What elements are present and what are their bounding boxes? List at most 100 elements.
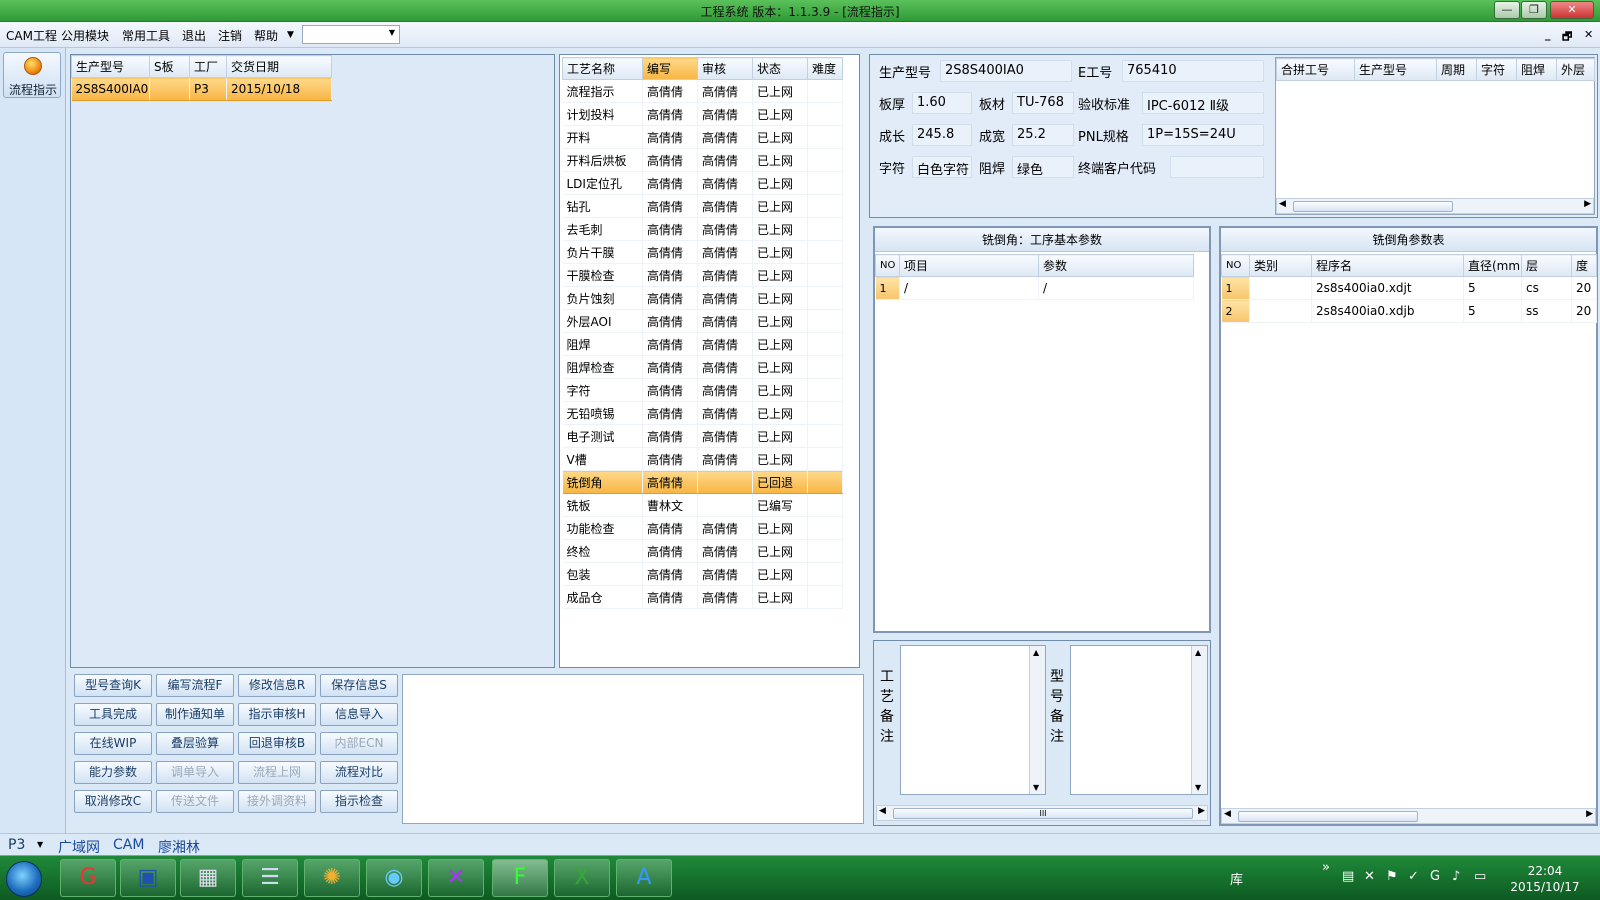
table-row[interactable]: 开料 高倩倩 高倩倩 已上网 [562,125,843,149]
table-row[interactable]: 阻焊 高倩倩 高倩倩 已上网 [562,332,843,356]
action-button-5[interactable]: 工具完成 [74,703,152,726]
active-app-icon[interactable]: F [492,859,548,897]
col-writer[interactable]: 编写 [642,57,698,80]
merge-hscroll-thumb[interactable] [1293,201,1453,212]
field-length[interactable]: 245.8 [912,124,972,146]
volume-icon[interactable]: ♪ [1452,869,1460,884]
save-icon[interactable]: ▣ [120,859,176,897]
field-model[interactable]: 2S8S400IA0 [940,60,1072,82]
notes-hscroll[interactable]: ◀ III ▶ [876,805,1208,821]
col-bp-no[interactable]: NO [875,254,900,277]
network-icon[interactable]: ▤ [1342,869,1354,884]
table-row[interactable]: 包装 高倩倩 高倩倩 已上网 [562,562,843,586]
model-notes-vscroll[interactable]: ▲ ▼ [1191,646,1207,794]
action-button-9[interactable]: 在线WIP [74,732,152,755]
col-cp-category[interactable]: 类别 [1249,254,1312,277]
action-button-19[interactable]: 接外调资料 [238,790,316,813]
tray-library[interactable]: 库 [1230,869,1243,888]
menu-common-module[interactable]: 公用模块 [61,27,109,44]
app-tray-icon[interactable]: ✕ [1364,869,1375,884]
shell-icon[interactable]: ✺ [304,859,360,897]
menu-cam[interactable]: CAM工程 [6,27,57,44]
table-row[interactable]: 流程指示 高倩倩 高倩倩 已上网 [562,79,843,103]
table-row[interactable]: 1 / / [875,276,1194,300]
table-row[interactable]: 1 2s8s400ia0.xdjt 5 cs 20 [1221,276,1597,300]
col-cp-program[interactable]: 程序名 [1311,254,1464,277]
action-button-12[interactable]: 内部ECN [320,732,398,755]
maximize-button[interactable]: ❐ [1521,1,1547,19]
col-process-name[interactable]: 工艺名称 [562,57,643,80]
menu-help[interactable]: 帮助 [254,27,278,44]
tray-expand-icon[interactable]: » [1322,860,1330,875]
col-cp-layer[interactable]: 层 [1521,254,1572,277]
table-row[interactable]: 无铅喷锡 高倩倩 高倩倩 已上网 [562,401,843,425]
mdi-close-button[interactable]: ✕ [1584,28,1593,41]
app-icon-1[interactable]: G [60,859,116,897]
table-row[interactable]: V槽 高倩倩 高倩倩 已上网 [562,447,843,471]
table-row[interactable]: 去毛刺 高倩倩 高倩倩 已上网 [562,217,843,241]
col-cp-degree[interactable]: 度 [1571,254,1597,277]
action-button-10[interactable]: 叠层验算 [156,732,234,755]
col-merge-char[interactable]: 字符 [1476,58,1517,81]
process-notes-vscroll[interactable]: ▲ ▼ [1029,646,1045,794]
table-row[interactable]: 钻孔 高倩倩 高倩倩 已上网 [562,194,843,218]
col-factory[interactable]: 工厂 [189,55,227,78]
col-merge-cycle[interactable]: 周期 [1436,58,1477,81]
col-bp-param[interactable]: 参数 [1038,254,1194,277]
mdi-restore-button[interactable]: 🗗 [1562,28,1572,47]
field-pnl[interactable]: 1P=15S=24U [1142,124,1264,146]
col-reviewer[interactable]: 审核 [697,57,753,80]
flag-icon[interactable]: ⚑ [1386,869,1398,884]
menu-logout[interactable]: 注销 [218,27,242,44]
flow-indicator-button[interactable]: 流程指示 [3,52,61,98]
app-icon-3[interactable]: ✕ [428,859,484,897]
table-row[interactable]: 开料后烘板 高倩倩 高倩倩 已上网 [562,148,843,172]
notes-hscroll-thumb[interactable]: III [893,808,1193,819]
col-status[interactable]: 状态 [752,57,808,80]
chamfer-hscroll[interactable]: ◀ ▶ [1221,808,1596,824]
scroll-up-icon[interactable]: ▲ [1195,648,1201,657]
start-button[interactable] [6,861,42,897]
action-button-11[interactable]: 回退审核B [238,732,316,755]
col-merge-mask[interactable]: 阻焊 [1516,58,1557,81]
mdi-minimize-button[interactable]: _ [1545,28,1551,41]
col-merge-outer[interactable]: 外层 [1556,58,1595,81]
calculator-icon[interactable]: ▦ [180,859,236,897]
scroll-down-icon[interactable]: ▼ [1195,783,1201,792]
table-row[interactable]: 阻焊检查 高倩倩 高倩倩 已上网 [562,355,843,379]
col-delivery-date[interactable]: 交货日期 [226,55,332,78]
col-model[interactable]: 生产型号 [71,55,150,78]
field-thickness[interactable]: 1.60 [912,92,972,114]
antivirus-icon[interactable]: ✓ [1408,869,1419,884]
field-customer[interactable] [1170,156,1264,178]
clock[interactable]: 22:04 2015/10/17 [1500,863,1590,895]
minimize-button[interactable]: — [1494,1,1520,19]
table-row[interactable]: 成品仓 高倩倩 高倩倩 已上网 [562,585,843,609]
scroll-right-icon[interactable]: ▶ [1584,199,1591,209]
table-row[interactable]: 字符 高倩倩 高倩倩 已上网 [562,378,843,402]
field-char[interactable]: 白色字符 [912,156,972,178]
field-eno[interactable]: 765410 [1122,60,1264,82]
close-button[interactable]: ✕ [1550,1,1594,19]
app-icon-2[interactable]: ◉ [366,859,422,897]
action-button-14[interactable]: 调单导入 [156,761,234,784]
field-material[interactable]: TU-768 [1012,92,1074,114]
action-button-15[interactable]: 流程上网 [238,761,316,784]
action-button-18[interactable]: 传送文件 [156,790,234,813]
table-row[interactable]: 功能检查 高倩倩 高倩倩 已上网 [562,516,843,540]
scroll-right-icon[interactable]: ▶ [1586,809,1593,819]
output-textbox[interactable] [402,674,864,824]
col-merge-model[interactable]: 生产型号 [1354,58,1437,81]
action-button-6[interactable]: 制作通知单 [156,703,234,726]
action-button-20[interactable]: 指示检查 [320,790,398,813]
scroll-up-icon[interactable]: ▲ [1033,648,1039,657]
table-row[interactable]: 外层AOI 高倩倩 高倩倩 已上网 [562,309,843,333]
col-difficulty[interactable]: 难度 [807,57,843,80]
table-row[interactable]: 电子测试 高倩倩 高倩倩 已上网 [562,424,843,448]
col-bp-item[interactable]: 项目 [899,254,1039,277]
col-s-board[interactable]: S板 [149,55,190,78]
model-notes-textarea[interactable]: ▲ ▼ [1070,645,1208,795]
scroll-left-icon[interactable]: ◀ [879,806,886,816]
display-icon[interactable]: ▭ [1474,869,1486,884]
action-button-7[interactable]: 指示审核H [238,703,316,726]
